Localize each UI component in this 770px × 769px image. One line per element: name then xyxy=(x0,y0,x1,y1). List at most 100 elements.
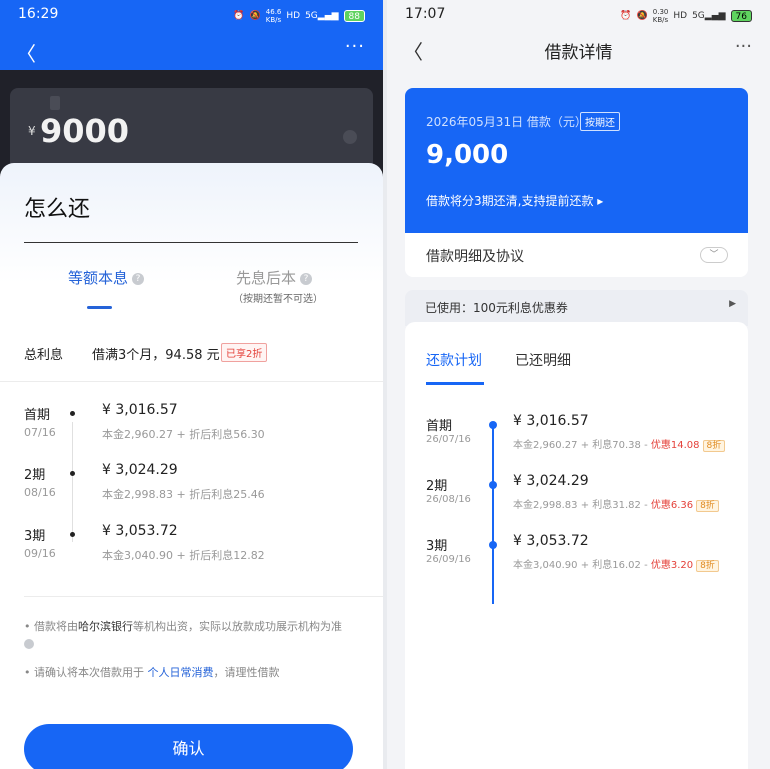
schedule-row: 2期 08/16 ¥ 3,024.29 本金2,998.83 + 折后利息25.… xyxy=(0,462,383,524)
coupon-label: 已使用：100元利息优惠券 xyxy=(425,301,568,315)
period-label: 3期 xyxy=(426,539,448,554)
mute-icon: 🔕 xyxy=(636,11,648,21)
status-time: 16:29 xyxy=(18,6,59,22)
total-interest-value: 借满3个月，94.58 元 xyxy=(92,348,220,363)
timeline-dot xyxy=(70,532,75,537)
tab-interest-first[interactable]: 先息后本? xyxy=(236,267,313,288)
period-date: 07/16 xyxy=(24,426,56,439)
sheet-title: 怎么还 xyxy=(24,197,91,222)
battery-icon: 76 xyxy=(730,10,752,22)
mute-icon: 🔕 xyxy=(249,11,261,21)
period-label: 2期 xyxy=(24,468,46,483)
period-date: 26/09/16 xyxy=(426,554,471,565)
top-nav: 〈 借款详情 ··· xyxy=(387,30,770,70)
loan-detail-row[interactable]: 借款明细及协议 ﹀ xyxy=(405,233,748,277)
question-icon[interactable]: ? xyxy=(300,273,313,285)
right-phone: 17:07 ⏰ 🔕 0.30 KB/s HD 5G▂▄▆ 76 〈 借款详情 ·… xyxy=(387,0,770,769)
loan-amount: 9,000 xyxy=(426,140,509,170)
timeline-dot xyxy=(70,471,75,476)
period-date: 09/16 xyxy=(24,547,56,560)
tab-indicator xyxy=(87,306,112,309)
status-bar: 17:07 ⏰ 🔕 0.30 KB/s HD 5G▂▄▆ 76 xyxy=(387,0,770,30)
note-text: • 借款将由 xyxy=(24,620,78,633)
note-text: ，请理性借款 xyxy=(213,666,280,679)
period-date: 26/08/16 xyxy=(426,494,471,505)
hd-icon: HD xyxy=(286,11,301,21)
discount-text: 优惠6.36 xyxy=(650,500,694,511)
more-icon[interactable]: ··· xyxy=(345,36,365,57)
confirm-button[interactable]: 确认 xyxy=(24,724,353,769)
schedule-row: 3期 26/09/16 ¥ 3,053.72 本金3,040.90 + 利息16… xyxy=(405,533,748,587)
alarm-icon: ⏰ xyxy=(620,11,632,21)
installment-info-link[interactable]: 借款将分3期还清,支持提前还款 ▸ xyxy=(426,192,603,209)
chevron-down-icon[interactable]: ﹀ xyxy=(700,247,728,263)
discount-text: 优惠3.20 xyxy=(650,560,694,571)
status-bar: 16:29 ⏰ 🔕 46.6 KB/s HD 5G▂▄▆ 88 xyxy=(0,0,383,30)
usage-link[interactable]: 个人日常消费 xyxy=(147,666,213,679)
detail-label: 借款明细及协议 xyxy=(426,249,524,265)
status-time: 17:07 xyxy=(405,6,446,22)
period-label: 首期 xyxy=(426,419,453,434)
schedule-row: 首期 07/16 ¥ 3,016.57 本金2,960.27 + 折后利息56.… xyxy=(0,402,383,464)
discount-badge: 已享2折 xyxy=(221,343,268,362)
loan-summary-card: 2026年05月31日 借款（元） 按期还 9,000 借款将分3期还清,支持提… xyxy=(405,88,748,233)
period-label: 首期 xyxy=(24,408,51,423)
period-detail: 本金2,998.83 + 利息31.82 - 优惠6.36 8折 xyxy=(513,496,719,512)
question-icon[interactable]: ? xyxy=(132,273,145,285)
repay-type-tag: 按期还 xyxy=(580,112,620,131)
divider xyxy=(0,381,383,382)
signal-icon: 5G▂▄▆ xyxy=(305,11,339,21)
detail-text: 本金2,998.83 + 利息31.82 - xyxy=(513,500,651,511)
page-title: 借款详情 xyxy=(544,43,613,63)
network-speed: 0.30 KB/s xyxy=(652,8,669,24)
more-icon[interactable]: ··· xyxy=(735,36,752,57)
repay-plan-card: 还款计划 已还明细 首期 26/07/16 ¥ 3,016.57 本金2,960… xyxy=(405,322,748,769)
info-icon[interactable] xyxy=(24,639,34,649)
period-label: 3期 xyxy=(24,529,46,544)
decor-pill xyxy=(50,96,60,110)
tab-repaid-detail[interactable]: 已还明细 xyxy=(515,350,571,370)
hd-icon: HD xyxy=(673,11,688,21)
note-text: 等机构出资，实际以放款成功展示机构为准 xyxy=(133,620,342,633)
loan-amount: 9000 xyxy=(40,112,130,150)
period-amount: ¥ 3,016.57 xyxy=(513,413,589,429)
period-detail: 本金3,040.90 + 利息16.02 - 优惠3.20 8折 xyxy=(513,556,719,572)
period-amount: ¥ 3,016.57 xyxy=(102,402,178,418)
tab-indicator xyxy=(426,382,484,385)
clear-icon xyxy=(343,130,357,144)
discount-badge: 8折 xyxy=(696,500,719,512)
coupon-row[interactable]: 已使用：100元利息优惠券 ▶ xyxy=(405,290,748,326)
title-underline xyxy=(24,242,358,243)
tab-repay-plan[interactable]: 还款计划 xyxy=(426,350,482,370)
period-label: 2期 xyxy=(426,479,448,494)
total-interest-label: 总利息 xyxy=(24,348,64,363)
period-amount: ¥ 3,024.29 xyxy=(102,462,178,478)
period-detail: 本金3,040.90 + 折后利息12.82 xyxy=(102,549,265,562)
period-detail: 本金2,960.27 + 折后利息56.30 xyxy=(102,428,265,441)
schedule-row: 首期 26/07/16 ¥ 3,016.57 本金2,960.27 + 利息70… xyxy=(405,413,748,467)
network-speed: 46.6 KB/s xyxy=(265,8,282,24)
currency-symbol: ¥ xyxy=(28,124,36,138)
bank-name: 哈尔滨银行 xyxy=(78,620,133,633)
detail-text: 本金3,040.90 + 利息16.02 - xyxy=(513,560,651,571)
divider xyxy=(24,596,383,597)
signal-icon: 5G▂▄▆ xyxy=(692,11,726,21)
discount-badge: 8折 xyxy=(702,440,726,452)
period-detail: 本金2,960.27 + 利息70.38 - 优惠14.08 8折 xyxy=(513,436,726,452)
usage-note: • 请确认将本次借款用于 个人日常消费，请理性借款 xyxy=(24,665,279,681)
period-detail: 本金2,998.83 + 折后利息25.46 xyxy=(102,488,265,501)
schedule-row: 2期 26/08/16 ¥ 3,024.29 本金2,998.83 + 利息31… xyxy=(405,473,748,527)
timeline-dot xyxy=(489,481,497,489)
tab-equal-installment[interactable]: 等额本息? xyxy=(68,267,145,288)
detail-text: 本金2,960.27 + 利息70.38 - xyxy=(513,440,651,451)
loan-date: 2026年05月31日 借款（元） xyxy=(426,115,587,129)
tab-disabled-note: （按期还暂不可选） xyxy=(233,294,323,305)
tab-label: 等额本息 xyxy=(68,269,129,287)
discount-text: 优惠14.08 xyxy=(650,440,700,451)
period-amount: ¥ 3,053.72 xyxy=(513,533,589,549)
schedule-row: 3期 09/16 ¥ 3,053.72 本金3,040.90 + 折后利息12.… xyxy=(0,523,383,585)
battery-icon: 88 xyxy=(343,10,365,22)
back-icon[interactable]: 〈 xyxy=(16,38,36,67)
funding-note: • 借款将由哈尔滨银行等机构出资，实际以放款成功展示机构为准 xyxy=(24,619,354,654)
period-date: 08/16 xyxy=(24,486,56,499)
